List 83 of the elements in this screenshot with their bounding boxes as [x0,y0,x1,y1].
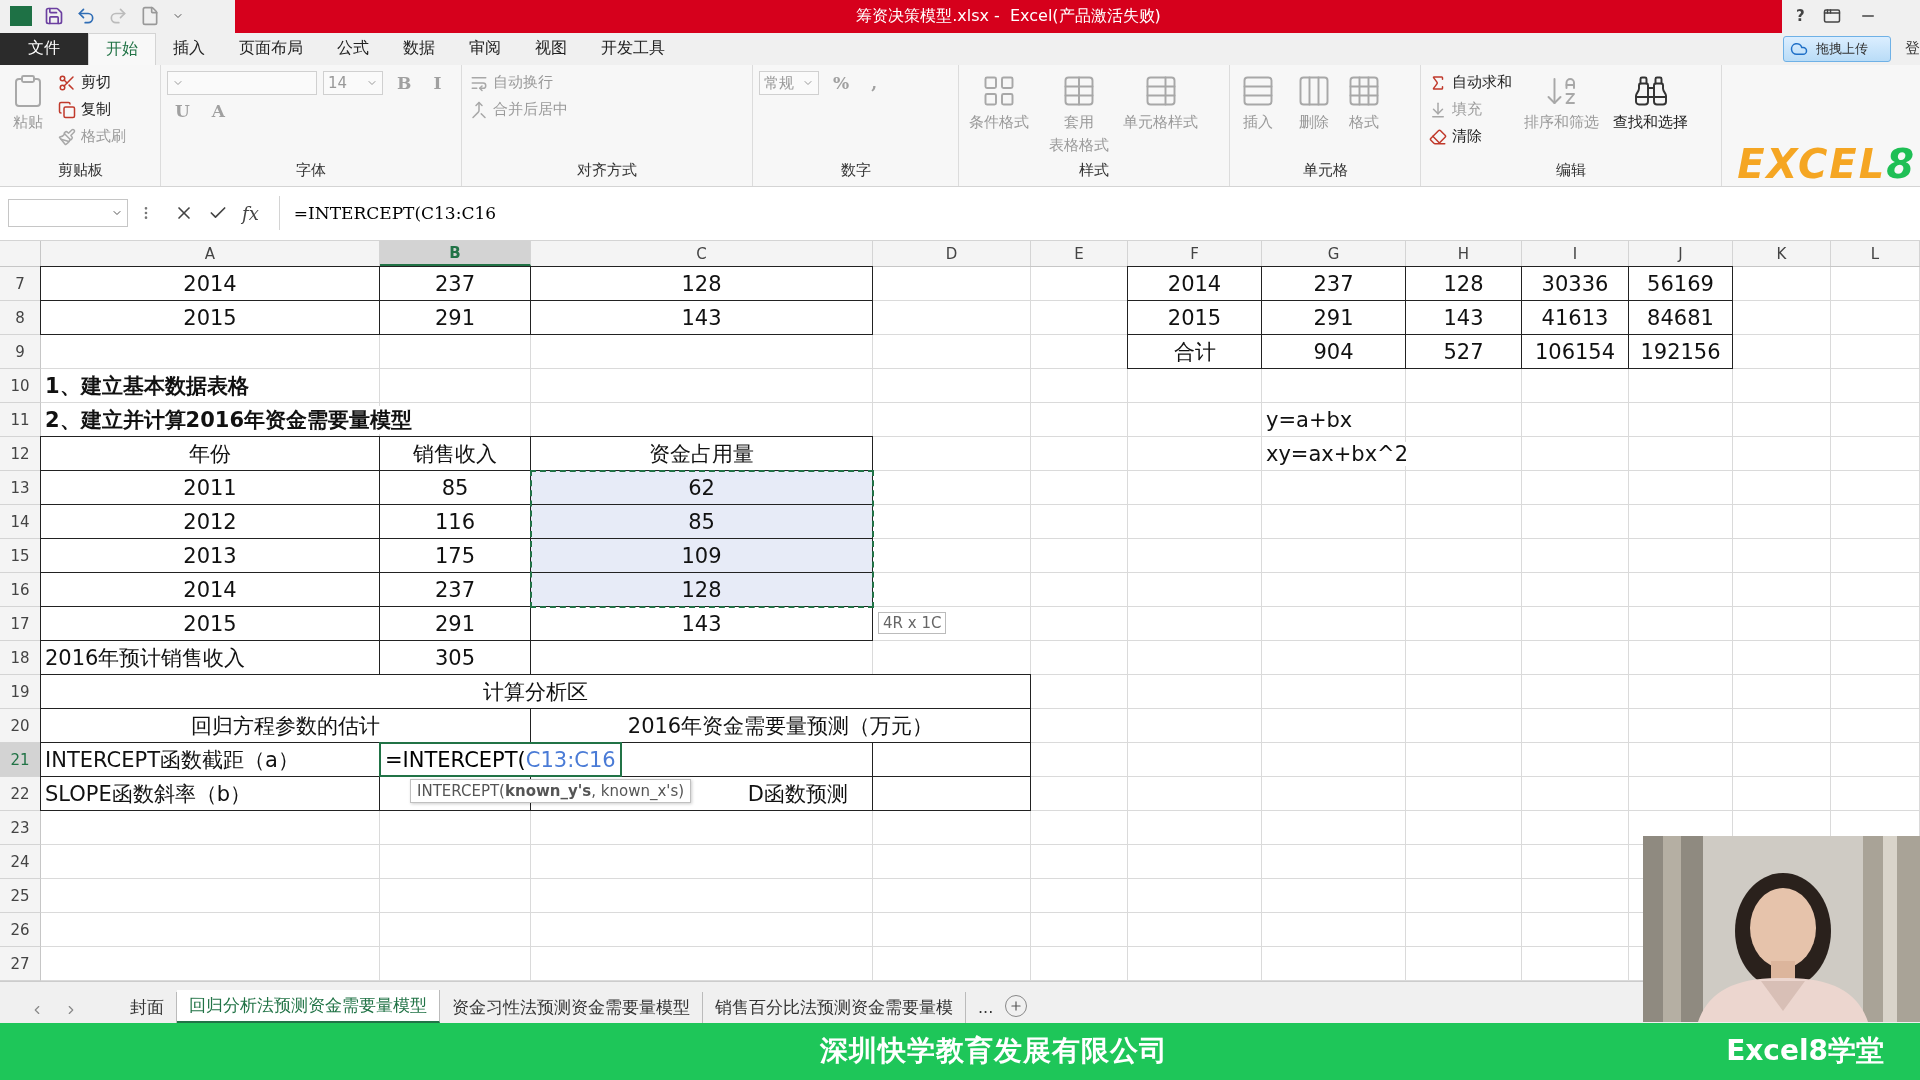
row-header[interactable]: 20 [0,709,41,744]
cell-editor[interactable]: =INTERCEPT(C13:C16 [379,742,622,778]
row-header[interactable]: 17 [0,607,41,642]
table-cell: 143 [530,606,873,642]
function-tooltip: INTERCEPT(known_y's, known_x's) [410,779,692,804]
ribbon-tab[interactable]: 文件 [0,32,88,66]
cell-text: 2、建立并计算2016年资金需要量模型 [45,406,413,435]
cell-text: y=a+bx [1266,408,1353,433]
ribbon-tab[interactable]: 审阅 [452,32,518,66]
group-label: 单元格 [1302,160,1348,181]
row-header[interactable]: 15 [0,539,41,574]
row-header[interactable]: 24 [0,845,41,880]
table-cell: 2014 [1127,266,1262,302]
sheet-tab[interactable]: 资金习性法预测资金需要量模型 [440,991,703,1023]
column-header[interactable]: K [1733,241,1831,267]
sheet-tab[interactable]: 销售百分比法预测资金需要量模 [703,991,966,1023]
row-header[interactable]: 18 [0,641,41,676]
row-header[interactable]: 23 [0,811,41,846]
table-cell: 2015 [40,300,380,336]
table-cell: 合计 [1127,334,1262,370]
table-cell: SLOPE函数斜率（b） [40,776,380,812]
column-header[interactable]: B [380,241,531,267]
ribbon-button[interactable]: 自动求和 [1427,71,1514,95]
company-name: 深圳快学教育发展有限公司 [820,1033,1168,1070]
group-label: 字体 [296,160,326,181]
group-label: 编辑 [1556,160,1586,181]
sign-in-link[interactable]: 登 [1905,39,1920,59]
table-cell: 年份 [40,436,380,472]
table-cell: 128 [530,266,873,302]
column-header[interactable]: D [873,241,1031,267]
row-header[interactable]: 22 [0,777,41,812]
row-header[interactable]: 27 [0,947,41,982]
table-cell: 资金占用量 [530,436,873,472]
row-header[interactable]: 19 [0,675,41,710]
logo: EXCEL8 [1737,143,1916,186]
table-cell: 85 [530,504,873,540]
ribbon-tab[interactable]: 开始 [88,32,156,66]
column-header[interactable]: E [1031,241,1128,267]
row-header[interactable]: 7 [0,267,41,302]
table-cell: 192156 [1628,334,1733,370]
ribbon-button[interactable]: 查找和选择 [1609,71,1692,135]
ribbon-button[interactable]: 剪切 [56,71,128,95]
ribbon-tab[interactable]: 公式 [320,32,386,66]
cell-text: xy=ax+bx^2 [1266,442,1409,467]
group-label: 样式 [1079,160,1109,181]
ribbon-tab[interactable]: 插入 [156,32,222,66]
ribbon-button[interactable]: 清除 [1427,125,1514,149]
group-label: 剪贴板 [57,160,103,181]
window-title: 筹资决策模型.xlsx - Excel(产品激活失败) [856,5,1161,27]
row-header[interactable]: 13 [0,471,41,506]
ribbon-tab[interactable]: 数据 [386,32,452,66]
row-header[interactable]: 9 [0,335,41,370]
table-cell: 56169 [1628,266,1733,302]
table-cell: 计算分析区 [40,674,1031,710]
formula-input[interactable]: =INTERCEPT(C13:C16 [278,196,1912,231]
table-cell: 2014 [40,266,380,302]
row-header[interactable]: 11 [0,403,41,438]
table-cell: 62 [530,470,873,506]
ribbon-button[interactable]: 复制 [56,98,128,122]
ribbon-tab[interactable]: 页面布局 [222,32,320,66]
ribbon-tab[interactable]: 视图 [518,32,584,66]
row-header[interactable]: 10 [0,369,41,404]
group-label: 数字 [840,160,871,181]
table-cell: 128 [530,572,873,608]
row-header[interactable]: 8 [0,301,41,336]
ribbon-tab[interactable]: 开发工具 [584,32,682,66]
brand-name: Excel8学堂 [1726,1033,1884,1070]
row-header[interactable]: 25 [0,879,41,914]
row-header[interactable]: 14 [0,505,41,540]
group-label: 对齐方式 [577,160,637,181]
sheet-tab[interactable]: 回归分析法预测资金需要量模型 [177,989,440,1023]
range-size-tip: 4R x 1C [878,612,947,635]
help-button[interactable]: ? [1796,7,1805,26]
column-header[interactable]: L [1831,241,1920,267]
row-header[interactable]: 12 [0,437,41,472]
table-cell: 143 [530,300,873,336]
insert-function-button[interactable]: fx [242,202,259,224]
row-header[interactable]: 26 [0,913,41,948]
row-header[interactable]: 16 [0,573,41,608]
upload-button[interactable]: 拖拽上传 [1783,35,1891,62]
table-cell: 109 [530,538,873,574]
row-header[interactable]: 21 [0,743,41,778]
more-sheets-button[interactable]: ... [966,997,1006,1023]
